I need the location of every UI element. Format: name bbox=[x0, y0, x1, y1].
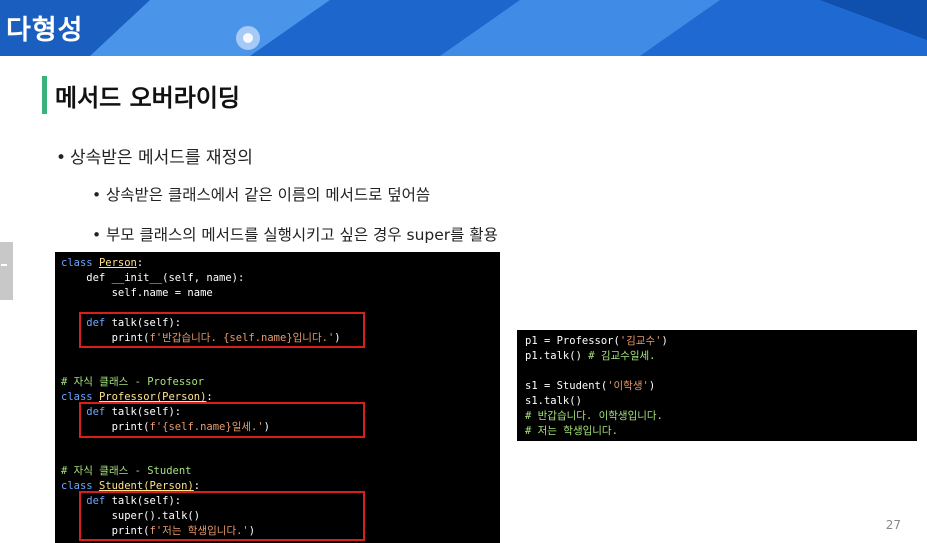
banner-background bbox=[0, 0, 927, 56]
bullet-sub-2-text: 부모 클래스의 메서드를 실행시키고 싶은 경우 super를 활용 bbox=[106, 226, 498, 244]
bullet-main: • 상속받은 메서드를 재정의 bbox=[56, 143, 253, 168]
code-comment: # 자식 클래스 - Professor bbox=[61, 376, 205, 388]
code-line: p1 = Professor('김교수') bbox=[525, 335, 668, 347]
code-line: s1 = Student('이학생') bbox=[525, 380, 656, 392]
bullet-sub-1-text: 상속받은 클래스에서 같은 이름의 메서드로 덮어씀 bbox=[106, 186, 431, 204]
section-title: 메서드 오버라이딩 bbox=[55, 84, 240, 112]
code-block-usage: p1 = Professor('김교수') p1.talk() # 김교수일세.… bbox=[517, 330, 917, 441]
bullet-sub-2: • 부모 클래스의 메서드를 실행시키고 싶은 경우 super를 활용 bbox=[92, 223, 498, 245]
code-comment: # 저는 학생입니다. bbox=[525, 425, 618, 437]
code-line: class Person: bbox=[61, 257, 144, 269]
bullet-sub-1: • 상속받은 클래스에서 같은 이름의 메서드로 덮어씀 bbox=[92, 183, 430, 205]
bullet-dot: • bbox=[56, 148, 67, 168]
code-line: p1.talk() # 김교수일세. bbox=[525, 350, 656, 362]
side-collapse-tab[interactable] bbox=[0, 242, 13, 300]
page-number: 27 bbox=[885, 518, 901, 532]
highlight-box-student-talk bbox=[79, 491, 365, 541]
code-block-classes: class Person: def __init__(self, name): … bbox=[55, 252, 500, 543]
code-line: def __init__(self, name): bbox=[61, 272, 245, 284]
bullet-dot: • bbox=[92, 186, 102, 204]
code-comment: # 반갑습니다. 이학생입니다. bbox=[525, 410, 663, 422]
code-line: s1.talk() bbox=[525, 395, 582, 407]
bullet-dot: • bbox=[92, 226, 102, 244]
code-line: self.name = name bbox=[61, 287, 213, 299]
highlight-box-person-talk bbox=[79, 312, 365, 348]
code-comment: # 자식 클래스 - Student bbox=[61, 465, 192, 477]
banner-title: 다형성 bbox=[6, 15, 84, 46]
section-accent-bar bbox=[42, 76, 47, 114]
header-banner: 다형성 bbox=[0, 0, 927, 56]
highlight-box-professor-talk bbox=[79, 402, 365, 438]
bullet-main-text: 상속받은 메서드를 재정의 bbox=[70, 148, 253, 168]
